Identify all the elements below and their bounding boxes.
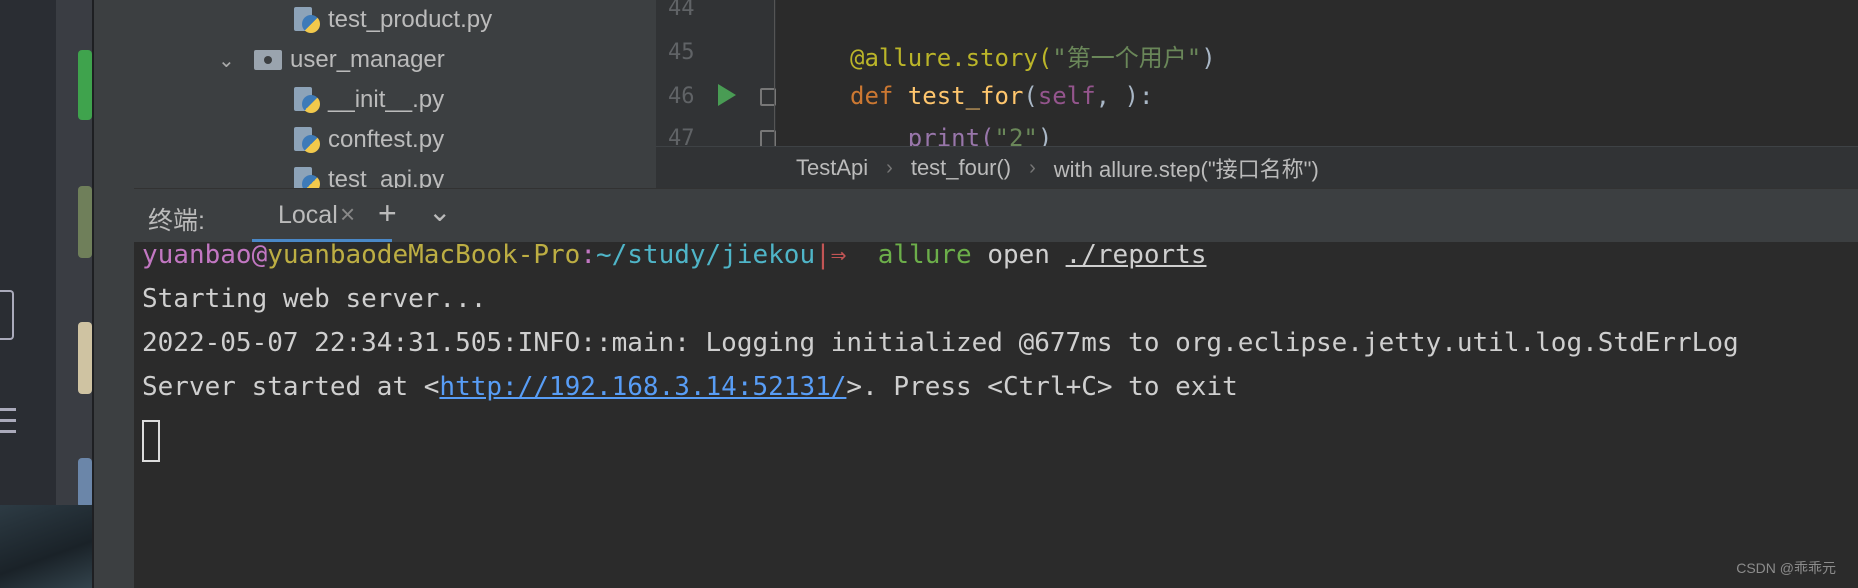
window-icon <box>0 290 14 340</box>
chevron-down-icon[interactable]: ⌄ <box>428 195 451 228</box>
dock-thumb-blue <box>78 458 92 508</box>
dock-thumb-green <box>78 50 92 120</box>
python-file-icon <box>294 167 320 188</box>
tree-item-file[interactable]: __init__.py <box>294 82 444 118</box>
terminal-prompt-line: yuanbao@yuanbaodeMacBook-Pro:~/study/jie… <box>142 240 1207 270</box>
terminal-toolbar: 终端: Local × + ⌄ <box>134 188 1858 243</box>
tree-item-label: test_api.py <box>328 166 445 188</box>
editor-gutter: 44 45 46 47 <box>656 0 776 146</box>
python-file-icon <box>294 87 320 113</box>
tree-item-label: user_manager <box>290 46 445 73</box>
tree-item-file[interactable]: test_product.py <box>294 2 492 38</box>
breadcrumb-separator: › <box>886 156 893 179</box>
line-number: 44 <box>668 0 695 21</box>
code-line-46: def test_for(self, ): <box>850 82 1154 110</box>
terminal-cursor <box>142 420 160 462</box>
tab-local[interactable]: Local × <box>252 189 392 243</box>
line-number: 47 <box>668 126 695 146</box>
project-tree: test_product.py ⌄ user_manager __init__.… <box>134 0 656 188</box>
python-file-icon <box>294 127 320 153</box>
terminal-output-line: Starting web server... <box>142 284 487 314</box>
server-url-link[interactable]: http://192.168.3.14:52131/ <box>439 372 846 402</box>
dock-thumb-photo <box>78 186 92 258</box>
code-line-45: @allure.story("第一个用户") <box>850 44 1216 72</box>
desktop-background <box>0 0 92 588</box>
tree-item-file[interactable]: test_api.py <box>294 162 444 188</box>
terminal-output[interactable]: yuanbao@yuanbaodeMacBook-Pro:~/study/jie… <box>134 240 1858 588</box>
tree-item-label: __init__.py <box>328 86 445 113</box>
close-icon[interactable]: × <box>340 199 355 230</box>
terminal-output-line: 2022-05-07 22:34:31.505:INFO::main: Logg… <box>142 328 1739 358</box>
python-file-icon <box>294 7 320 33</box>
tree-item-file[interactable]: conftest.py <box>294 122 444 158</box>
breadcrumb-separator: › <box>1029 156 1036 179</box>
desktop-photo <box>0 505 92 588</box>
chevron-down-icon[interactable]: ⌄ <box>218 48 240 73</box>
breadcrumb-class[interactable]: TestApi <box>796 155 868 181</box>
tree-item-label: conftest.py <box>328 126 445 153</box>
tree-item-label: test_product.py <box>328 6 493 33</box>
tree-item-folder[interactable]: ⌄ user_manager <box>218 42 445 78</box>
watermark: CSDN @乖乖元 <box>1736 560 1836 576</box>
gutter-divider <box>774 0 775 146</box>
ide-tool-strip <box>94 0 134 588</box>
tab-local-label: Local <box>278 201 338 229</box>
run-test-icon[interactable] <box>718 84 736 106</box>
code-line-47: print("2") <box>907 124 1053 146</box>
breadcrumb: TestApi › test_four() › with allure.step… <box>656 146 1858 189</box>
breadcrumb-function[interactable]: test_four() <box>911 155 1011 181</box>
menu-icon <box>0 408 16 441</box>
dock-thumb-beige <box>78 322 92 394</box>
new-tab-button[interactable]: + <box>378 195 397 232</box>
code-editor[interactable]: 44 45 46 47 @allure.story("第一个用户") def t… <box>656 0 1858 146</box>
terminal-output-line: Server started at <http://192.168.3.14:5… <box>142 372 1238 402</box>
line-number: 45 <box>668 40 695 65</box>
terminal-title: 终端: <box>148 207 205 235</box>
folder-icon <box>254 50 282 70</box>
breadcrumb-statement[interactable]: with allure.step("接口名称") <box>1054 152 1319 184</box>
